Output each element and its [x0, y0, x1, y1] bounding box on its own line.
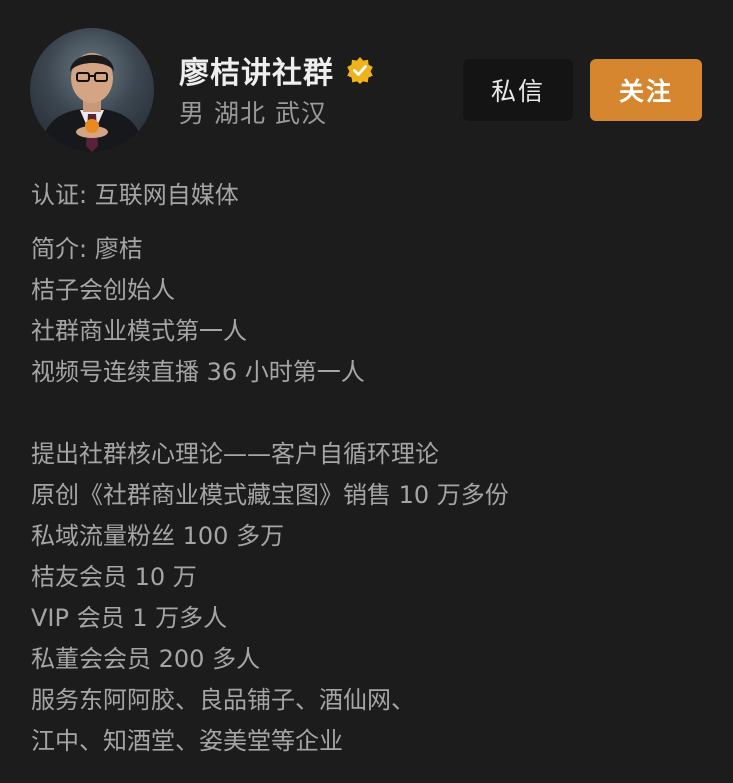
- bio-line: 服务东阿阿胶、良品铺子、酒仙网、: [31, 686, 415, 714]
- city: 武汉: [274, 99, 327, 128]
- bio-blank-line: [31, 393, 711, 434]
- bio-line: 原创《社群商业模式藏宝图》销售 10 万多份: [31, 481, 509, 509]
- avatar[interactable]: [30, 28, 154, 152]
- profile-meta: 男 湖北 武汉: [179, 94, 327, 130]
- bio-line: 桔友会员 10 万: [31, 563, 197, 591]
- profile-header: 廖桔讲社群 男 湖北 武汉 私信 关注: [30, 28, 710, 154]
- follow-button[interactable]: 关注: [590, 59, 702, 121]
- gender: 男: [179, 99, 206, 128]
- bio-line: 视频号连续直播 36 小时第一人: [31, 358, 365, 386]
- bio-line: 桔子会创始人: [31, 276, 175, 304]
- bio-line: 简介: 廖桔: [31, 235, 143, 263]
- bio-line: VIP 会员 1 万多人: [31, 604, 228, 632]
- avatar-photo: [40, 53, 144, 152]
- message-button[interactable]: 私信: [463, 59, 573, 121]
- profile-name: 廖桔讲社群: [179, 56, 334, 91]
- bio-line: 私域流量粉丝 100 多万: [31, 522, 285, 550]
- province: 湖北: [213, 99, 266, 128]
- bio-line: 江中、知酒堂、姿美堂等企业: [31, 727, 343, 755]
- certification-text: 认证: 互联网自媒体: [31, 181, 239, 209]
- name-row: 廖桔讲社群: [179, 48, 374, 92]
- verified-badge-icon: [347, 57, 373, 84]
- bio: 简介: 廖桔 桔子会创始人 社群商业模式第一人 视频号连续直播 36 小时第一人…: [31, 229, 711, 762]
- bio-line: 社群商业模式第一人: [31, 317, 247, 345]
- bio-line: 私董会会员 200 多人: [31, 645, 261, 673]
- bio-line: 提出社群核心理论——客户自循环理论: [31, 440, 439, 468]
